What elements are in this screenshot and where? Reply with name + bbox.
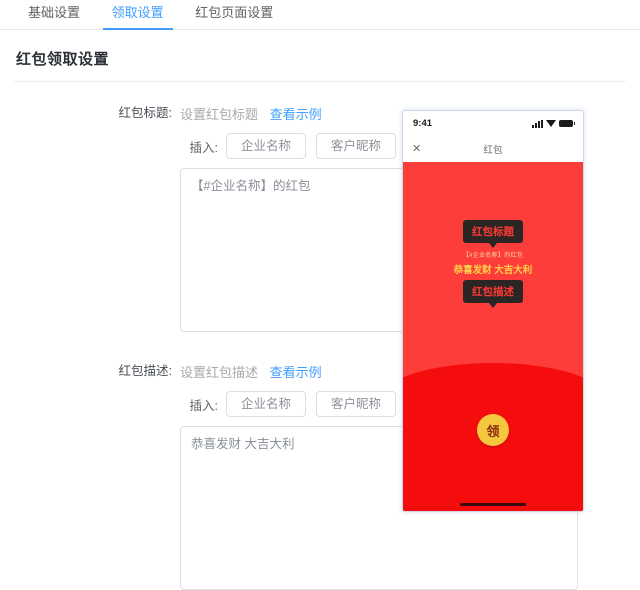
insert-company-name-title-button[interactable]: 企业名称 <box>226 133 307 159</box>
insert-company-name-desc-button[interactable]: 企业名称 <box>226 391 307 417</box>
redpacket-desc-label: 红包描述: <box>0 362 180 380</box>
page-title: 红包领取设置 <box>16 51 110 68</box>
tooltip-redpacket-desc: 红包描述 <box>463 280 523 308</box>
insert-label-desc: 插入: <box>189 398 218 413</box>
status-time: 9:41 <box>413 118 433 129</box>
insert-label-title: 插入: <box>189 140 218 155</box>
redpacket-title-label: 红包标题: <box>0 104 180 122</box>
preview-desc-text: 恭喜发财 大吉大利 <box>453 265 533 276</box>
insert-customer-nickname-desc-button[interactable]: 客户昵称 <box>316 391 397 417</box>
wifi-icon <box>546 120 556 127</box>
status-icon-group <box>532 119 575 128</box>
signal-icon <box>532 119 543 128</box>
tab-bar: 基础设置 领取设置 红包页面设置 <box>0 0 640 30</box>
redpacket-title-hint: 设置红包标题 <box>180 107 259 122</box>
home-indicator <box>460 503 526 506</box>
redpacket-title-label-text: 红包标题: <box>118 106 172 120</box>
preview-title-text: 【#企业名称】的红包 <box>462 253 524 259</box>
redpacket-desc-example-link[interactable]: 查看示例 <box>270 365 322 380</box>
redpacket-desc-label-text: 红包描述: <box>118 364 172 378</box>
insert-customer-nickname-title-button[interactable]: 客户昵称 <box>316 133 397 159</box>
tooltip-redpacket-title: 红包标题 <box>463 220 523 248</box>
redpacket-title-example-link[interactable]: 查看示例 <box>270 107 322 122</box>
phone-body: 红包标题 【#企业名称】的红包 恭喜发财 大吉大利 红包描述 领 <box>403 162 583 511</box>
redpacket-desc-hint: 设置红包描述 <box>180 365 259 380</box>
battery-icon <box>559 120 575 127</box>
phone-status-bar: 9:41 <box>403 111 583 136</box>
close-icon[interactable]: ✕ <box>412 143 421 155</box>
phone-preview: 9:41 ✕ 红包 红包标题 【#企业名称】的红包 恭喜发财 大吉大利 红包描述… <box>402 110 584 512</box>
open-redpacket-button[interactable]: 领 <box>477 414 509 446</box>
tab-claim-settings[interactable]: 领取设置 <box>98 0 178 30</box>
tab-basic-settings[interactable]: 基础设置 <box>14 0 94 29</box>
tab-redpacket-page-settings[interactable]: 红包页面设置 <box>181 0 287 29</box>
phone-nav-title: 红包 <box>483 145 503 156</box>
phone-nav-bar: ✕ 红包 <box>403 136 583 162</box>
